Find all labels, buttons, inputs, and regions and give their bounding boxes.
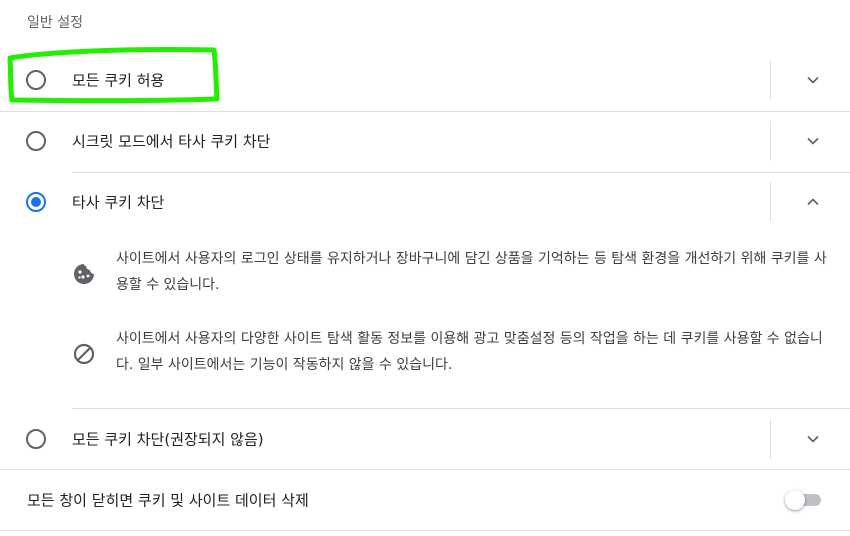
radio-option-block-third-party-incognito[interactable]: 시크릿 모드에서 타사 쿠키 차단 bbox=[0, 111, 850, 171]
radio-option-label: 모든 쿠키 차단(권장되지 않음) bbox=[72, 430, 264, 449]
radio-button[interactable] bbox=[26, 131, 46, 151]
cookie-icon bbox=[74, 264, 94, 284]
clear-on-exit-label: 모든 창이 닫히면 쿠키 및 사이트 데이터 삭제 bbox=[27, 491, 309, 510]
radio-button-selected[interactable] bbox=[26, 192, 46, 212]
chevron-up-icon[interactable] bbox=[803, 192, 823, 212]
radio-option-block-all-cookies[interactable]: 모든 쿠키 차단(권장되지 않음) bbox=[0, 409, 850, 469]
divider bbox=[0, 530, 850, 531]
radio-button[interactable] bbox=[26, 429, 46, 449]
chevron-down-icon[interactable] bbox=[803, 131, 823, 151]
section-title: 일반 설정 bbox=[27, 15, 83, 31]
detail-text: 사이트에서 사용자의 로그인 상태를 유지하거나 장바구니에 담긴 상품을 기억… bbox=[116, 251, 827, 293]
vertical-divider bbox=[770, 182, 771, 222]
block-icon bbox=[73, 343, 95, 365]
radio-option-label: 시크릿 모드에서 타사 쿠키 차단 bbox=[72, 132, 271, 151]
toggle-knob bbox=[785, 490, 805, 510]
chevron-down-icon[interactable] bbox=[803, 429, 823, 449]
radio-option-block-third-party[interactable]: 타사 쿠키 차단 bbox=[0, 172, 850, 232]
radio-option-label: 타사 쿠키 차단 bbox=[72, 193, 165, 212]
chevron-down-icon[interactable] bbox=[803, 70, 823, 90]
vertical-divider bbox=[770, 419, 771, 459]
clear-on-exit-row[interactable]: 모든 창이 닫히면 쿠키 및 사이트 데이터 삭제 bbox=[0, 470, 850, 530]
highlight-annotation bbox=[7, 46, 220, 104]
detail-text: 사이트에서 사용자의 다양한 사이트 탐색 활동 정보를 이용해 광고 맞춤설정… bbox=[116, 331, 823, 373]
detail-item-cookies-blocked: 사이트에서 사용자의 다양한 사이트 탐색 활동 정보를 이용해 광고 맞춤설정… bbox=[72, 326, 832, 382]
vertical-divider bbox=[770, 60, 771, 100]
clear-on-exit-toggle[interactable] bbox=[785, 490, 822, 510]
detail-item-cookies-allowed: 사이트에서 사용자의 로그인 상태를 유지하거나 장바구니에 담긴 상품을 기억… bbox=[72, 246, 832, 302]
vertical-divider bbox=[770, 121, 771, 161]
